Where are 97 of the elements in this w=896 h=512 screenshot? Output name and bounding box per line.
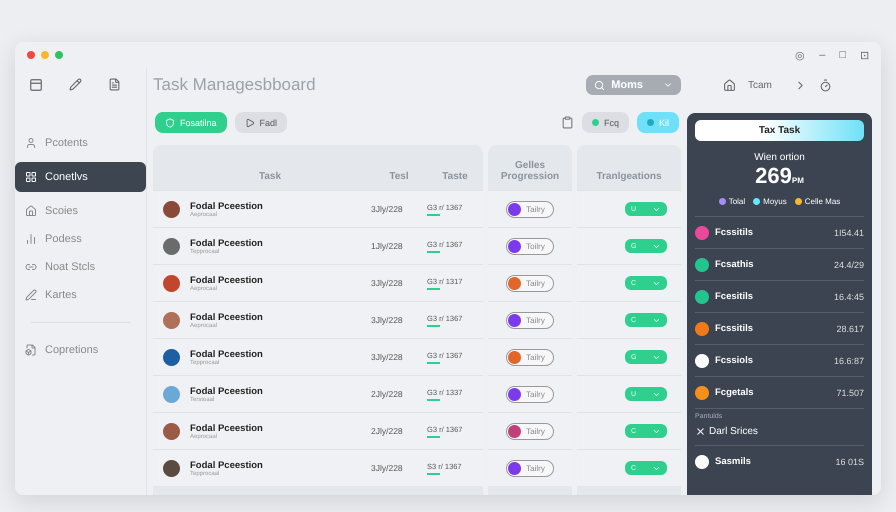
toolbar-button[interactable]: Fosatilna	[155, 112, 227, 133]
tag-pill[interactable]: Tailry	[506, 200, 554, 218]
task-name: Fodal Pceestion	[190, 422, 264, 434]
sidebar-item[interactable]: Noat Stcls	[15, 254, 146, 280]
pencil-icon[interactable]	[69, 78, 82, 91]
progress-mark	[427, 398, 440, 400]
user-icon	[25, 137, 37, 149]
item-value: 28.617	[836, 324, 864, 334]
sidebar-item[interactable]: Copretions	[15, 337, 146, 363]
window-control[interactable]: ⊡	[860, 48, 869, 62]
tag-pill[interactable]: Toilry	[506, 238, 554, 254]
tag-pill[interactable]: Tailry	[506, 460, 554, 476]
tag-pill[interactable]: Tailry	[506, 386, 554, 402]
close-icon	[695, 426, 706, 437]
item-value: 71.507	[836, 388, 864, 398]
panel-icon[interactable]	[29, 78, 43, 92]
link-icon	[25, 261, 37, 273]
item-value: 16 01S	[835, 456, 864, 466]
page-title: Task Managesbboard	[153, 75, 316, 95]
table-cell-text: 3Jly/228	[371, 204, 404, 214]
chart-icon	[25, 233, 37, 245]
table-cell-text: 1Jly/228	[371, 241, 404, 251]
task-name: Fodal Pceestion	[190, 200, 264, 212]
task-name: Fodal Pceestion	[190, 238, 264, 248]
column-header: Taste	[441, 171, 469, 182]
tag-pill[interactable]: Tailry	[506, 274, 554, 292]
zoom-dot[interactable]	[55, 51, 63, 59]
pen-icon	[25, 289, 37, 301]
table-cell-text: 3Jly/228	[371, 315, 404, 325]
table-cell-text: 3Jly/228	[371, 352, 404, 362]
tag-pill[interactable]: Tailry	[506, 312, 554, 328]
column-header: Task	[258, 171, 282, 182]
item-value: 24.4/29	[834, 260, 864, 270]
sidebar-item[interactable]: Podess	[15, 226, 146, 252]
legend-label: Moyus	[763, 197, 787, 206]
item-label: Fcssitils	[715, 323, 754, 334]
progress-mark	[427, 324, 440, 326]
legend-label: Tolal	[728, 197, 746, 206]
file-icon	[25, 344, 37, 356]
table-cell-text: 2Jly/228	[371, 389, 404, 399]
dot-icon	[646, 119, 654, 126]
task-name: Fodal Pceestion	[190, 386, 264, 396]
close-item[interactable]: Darl Srices	[695, 426, 864, 445]
task-name: Fodal Pceestion	[190, 312, 264, 322]
timer-icon[interactable]	[818, 78, 832, 92]
column-header: Tranlgeations	[596, 171, 662, 182]
progress-mark	[427, 250, 440, 252]
table-cell-text: 2Jly/228	[371, 426, 404, 436]
sidebar-item[interactable]: Scoies	[15, 198, 146, 224]
progress-mark	[427, 436, 440, 438]
task-name: Fodal Pceestion	[190, 274, 264, 286]
legend-label: Celle Mas	[804, 197, 840, 206]
menu-dropdown[interactable]: Moms	[586, 75, 681, 95]
item-label: Fcesitils	[715, 291, 754, 302]
panel-button[interactable]: Tax Task	[695, 120, 864, 141]
item-label: Fcssitils	[715, 227, 754, 238]
toolbar-button[interactable]: Fadl	[234, 112, 288, 133]
nav-label: Tcam	[748, 80, 772, 90]
sidebar-item[interactable]: Kartes	[15, 282, 146, 308]
table-cell-text: 3Jly/228	[371, 463, 404, 473]
progress-mark	[427, 362, 440, 364]
table-cell-text: 3Jly/228	[371, 278, 404, 288]
window-control[interactable]: □	[839, 48, 846, 62]
document-icon[interactable]	[108, 78, 121, 91]
clipboard-icon[interactable]	[560, 116, 574, 129]
item-value: 1I54.41	[834, 228, 864, 238]
window-control[interactable]: ◎	[795, 48, 806, 62]
play-icon	[244, 118, 255, 128]
home-icon[interactable]	[723, 78, 736, 92]
item-label: Fcgetals	[715, 387, 755, 398]
task-name: Fodal Pceestion	[190, 348, 264, 360]
tag-pill[interactable]: Tailry	[506, 422, 554, 440]
stat-value: 269PM	[754, 163, 805, 189]
search-icon	[594, 80, 606, 90]
column-header: Gelles Progression	[500, 160, 560, 182]
item-value: 16.6:87	[834, 356, 864, 366]
sidebar-item[interactable]: Conetlvs	[15, 162, 146, 192]
house-icon	[25, 205, 37, 217]
item-label: Sasmils	[715, 456, 752, 467]
minimize-dot[interactable]	[41, 51, 49, 59]
item-label: Fcsathis	[715, 259, 755, 270]
close-dot[interactable]	[27, 51, 35, 59]
dot-icon	[592, 119, 599, 126]
shield-icon	[165, 118, 175, 128]
tag-pill[interactable]: Tailry	[506, 348, 554, 366]
progress-mark	[427, 214, 440, 216]
column-header: Tesl	[388, 171, 410, 182]
stat-caption: Wien ortion	[753, 152, 806, 163]
progress-mark	[427, 472, 440, 474]
toolbar-button[interactable]: Fcq	[582, 112, 629, 133]
window-control[interactable]: –	[819, 48, 826, 62]
task-name: Fodal Pceestion	[190, 460, 264, 470]
progress-mark	[427, 288, 440, 290]
sidebar-item[interactable]: Pcotents	[15, 130, 146, 156]
item-value: 16.4:45	[834, 292, 864, 302]
item-label: Fcssiols	[715, 355, 754, 366]
grid-icon	[25, 171, 37, 183]
